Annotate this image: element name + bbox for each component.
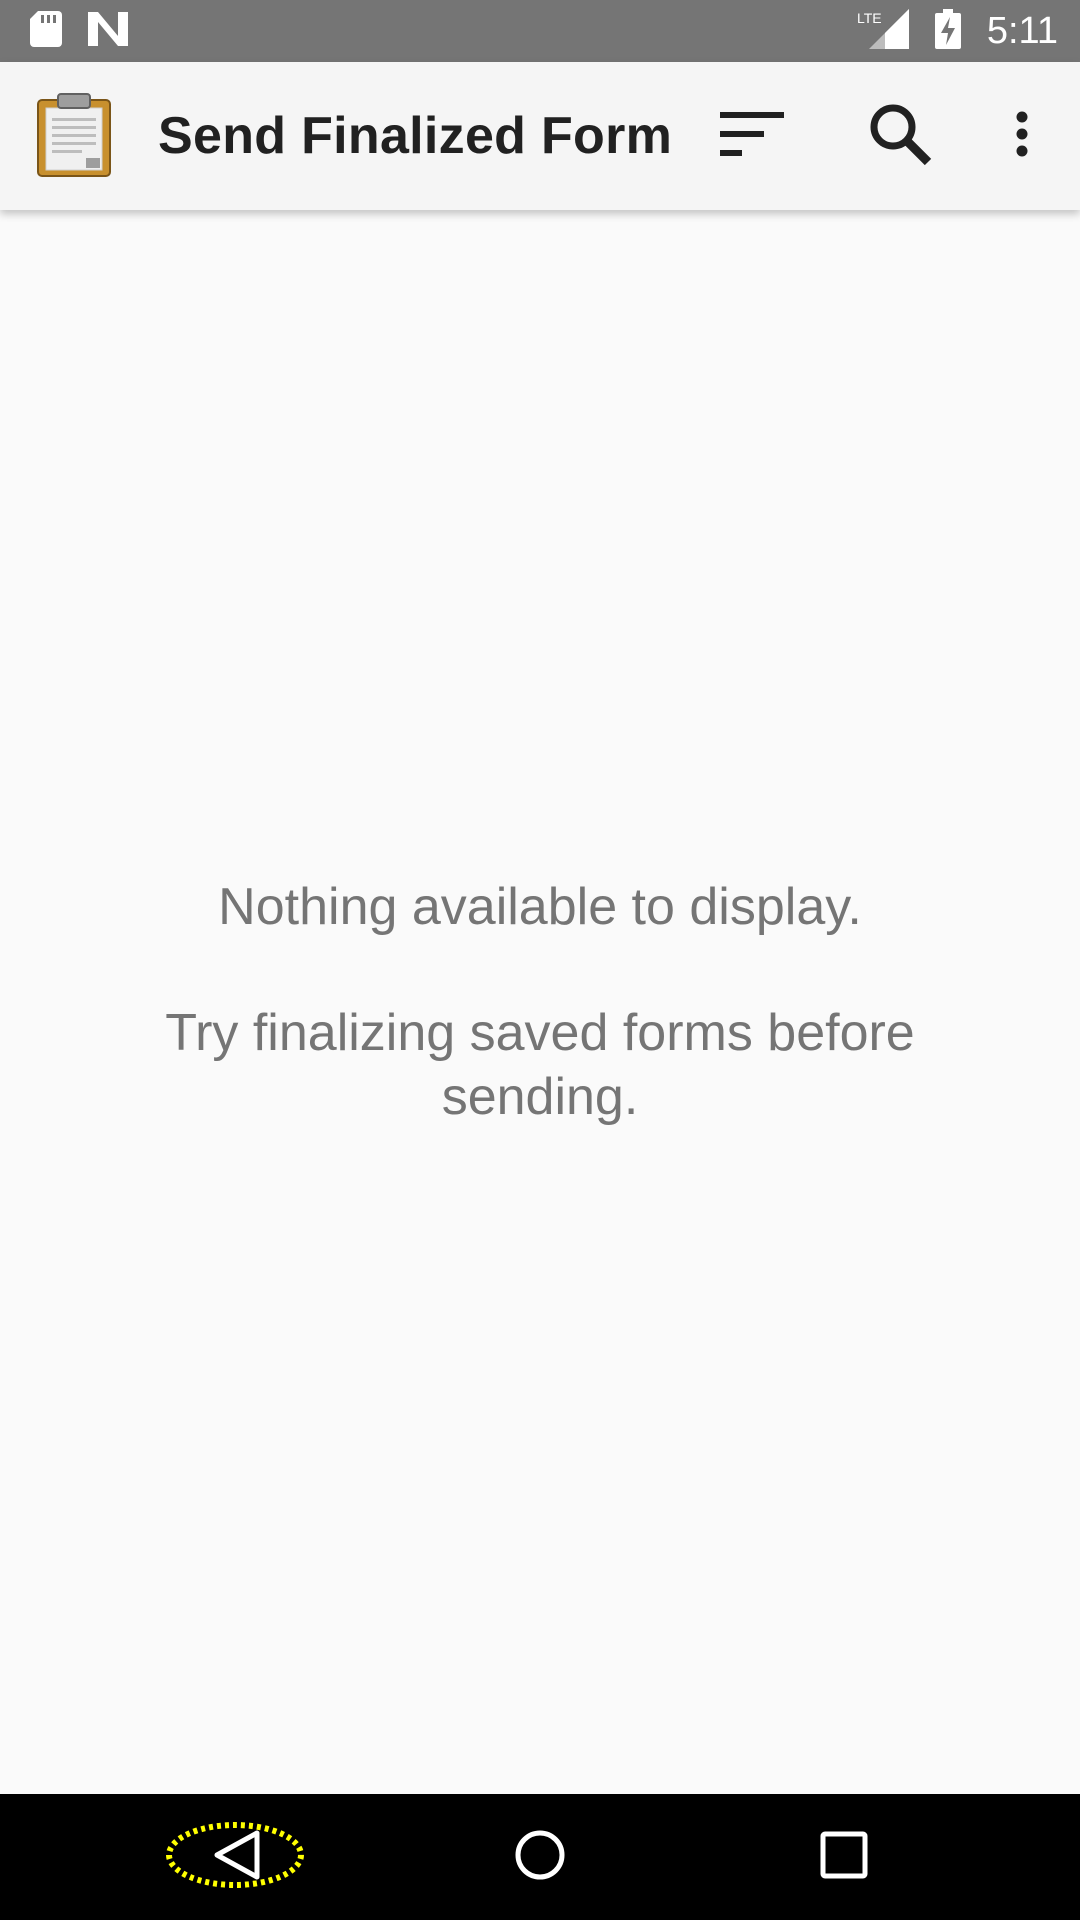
empty-hint: Try finalizing saved forms before sendin… [165,1004,915,1126]
page-title: Send Finalized Form [158,107,673,165]
app-bar: Send Finalized Form [0,62,1080,210]
home-button[interactable] [485,1809,595,1905]
n-notification-icon [88,11,128,51]
back-button[interactable] [166,1809,304,1905]
recents-icon [820,1831,868,1884]
overflow-menu-icon [1015,111,1029,162]
home-icon [513,1828,567,1887]
overflow-menu-button[interactable] [978,92,1066,180]
recents-button[interactable] [789,1809,899,1905]
sd-card-icon [30,10,62,52]
navigation-bar [0,1794,1080,1920]
sort-icon [720,111,786,161]
lte-signal-icon: LTE [857,8,909,54]
empty-message: Nothing available to display. [218,878,862,936]
clipboard-icon [36,92,112,178]
back-icon [165,1820,305,1895]
status-left-icons [30,10,128,52]
status-time: 5:11 [986,9,1058,52]
forms-list-area[interactable]: Nothing available to display. Try finali… [0,210,1080,1794]
status-right-icons: LTE 5:11 [857,8,1058,54]
battery-charging-icon [934,8,961,54]
empty-state: Nothing available to display. Try finali… [60,875,1020,1129]
search-icon [868,102,932,171]
sort-button[interactable] [709,92,797,180]
status-bar: LTE 5:11 [0,0,1080,62]
search-button[interactable] [856,92,944,180]
network-label: LTE [857,10,882,26]
